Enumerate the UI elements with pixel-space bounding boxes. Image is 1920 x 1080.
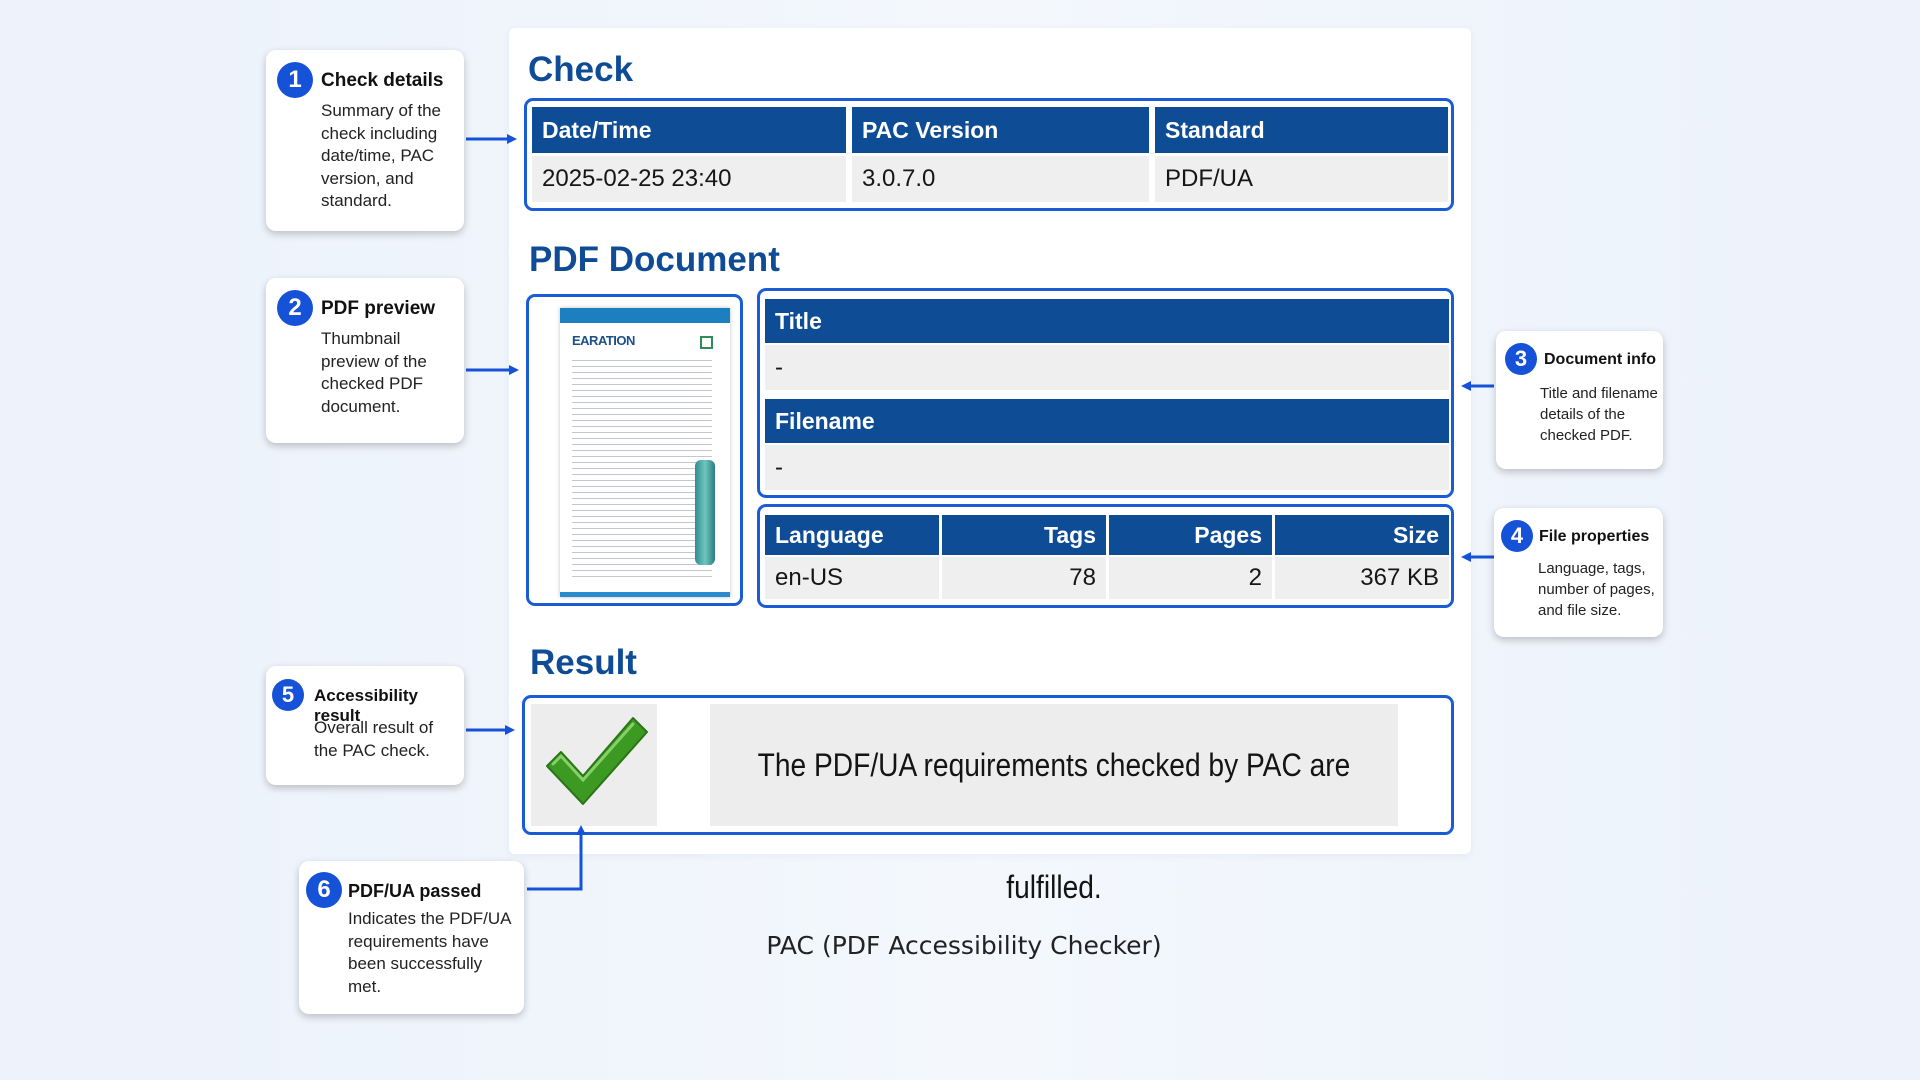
callout-accessibility-result: 5 Accessibility result Overall result of…: [266, 666, 464, 785]
callout-6-title: PDF/UA passed: [348, 881, 482, 901]
arrow-6: [527, 825, 586, 891]
callout-5-description: Overall result of the PAC check.: [314, 718, 434, 760]
callout-4-title: File properties: [1539, 528, 1650, 545]
callout-2-title: PDF preview: [321, 298, 436, 319]
callout-2-number: 2: [277, 290, 313, 326]
callout-3-description: Title and filename details of the checke…: [1540, 385, 1658, 444]
callout-4-description: Language, tags, number of pages, and fil…: [1538, 560, 1655, 619]
callout-2-description: Thumbnail preview of the checked PDF doc…: [321, 329, 427, 416]
callout-3-number: 3: [1505, 343, 1537, 375]
callout-document-info: 3 Document info Title and filename detai…: [1496, 331, 1663, 469]
callout-file-properties: 4 File properties Language, tags, number…: [1494, 508, 1663, 637]
callout-1-title: Check details: [321, 70, 444, 91]
callout-check-details: 1 Check details Summary of the check inc…: [266, 50, 464, 231]
callout-1-description: Summary of the check including date/time…: [321, 101, 441, 210]
callout-3-title: Document info: [1544, 351, 1656, 368]
callout-1-number: 1: [277, 62, 313, 98]
figure-caption: PAC (PDF Accessibility Checker): [766, 931, 1162, 960]
callout-4-number: 4: [1501, 520, 1533, 552]
callout-pdf-preview: 2 PDF preview Thumbnail preview of the c…: [266, 278, 464, 443]
callout-6-number: 6: [306, 872, 342, 908]
callout-5-number: 5: [272, 679, 304, 711]
